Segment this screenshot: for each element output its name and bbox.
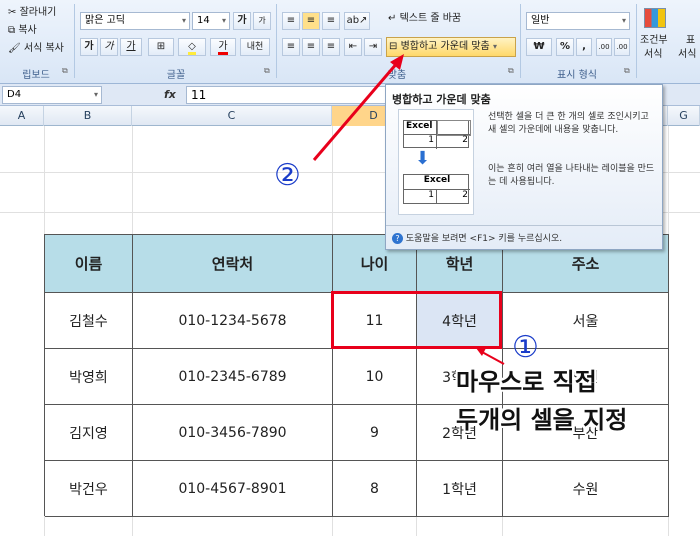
annotation-caption-line2: 두개의 셀을 지정 [456,406,628,434]
annotation-step-2: ② [274,158,301,193]
annotation-arrow-to-cells [481,351,505,365]
annotation-arrow-to-merge [312,61,400,161]
annotation-step-1: ① [512,330,539,365]
annotation-arrows [312,54,505,365]
annotation-caption-line1: 마우스로 직접 [456,368,597,396]
arrow-head-icon [476,348,486,356]
